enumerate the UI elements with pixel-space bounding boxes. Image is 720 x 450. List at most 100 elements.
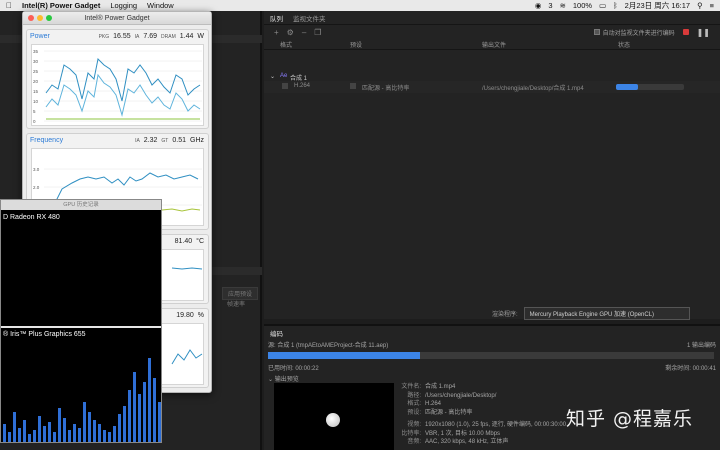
y-tick-label: 35 [33, 49, 39, 54]
encoding-metadata: 文件名: 合成 1.mp4 路径: /Users/chengjiale/Deskto… [397, 383, 566, 447]
minimize-icon[interactable] [37, 15, 43, 21]
menu-app-name[interactable]: Intel(R) Power Gadget [22, 1, 100, 10]
temperature-series [171, 267, 203, 270]
col-status[interactable]: 状态 [618, 40, 630, 49]
format-dropdown-icon[interactable] [282, 83, 288, 89]
gpu-usage-bar [18, 428, 21, 442]
pkg-series [45, 57, 201, 102]
bitrate-label: 比特率: [401, 430, 421, 437]
close-icon[interactable] [28, 15, 34, 21]
apple-icon[interactable]:  [6, 1, 14, 10]
screen:  Intel(R) Power Gadget Logging Window ◉… [0, 0, 720, 450]
menu-icon[interactable]: ≡ [710, 1, 714, 10]
power-title: Power [30, 33, 50, 40]
gt-value: 0.51 [172, 137, 186, 144]
wifi-icon[interactable]: ≋ [560, 1, 566, 10]
auto-encode-label: 自动对监视文件夹进行编码 [602, 30, 675, 37]
renderer-row: 渲染程序: Mercury Playback Engine GPU 加速 (Op… [264, 306, 720, 320]
utilization-series [171, 349, 203, 365]
pkg-label: PKG [98, 34, 110, 40]
gpu-history-title[interactable]: GPU 历史记录 [1, 200, 161, 210]
gpu-usage-bar [48, 422, 51, 442]
ia-label: IA [134, 34, 140, 40]
video-label: 视频: [407, 422, 421, 428]
tab-watch-folders[interactable]: 监视文件夹 [293, 13, 326, 23]
duplicate-icon[interactable]: ❐ [314, 28, 321, 37]
col-format[interactable]: 格式 [280, 40, 292, 49]
window-title: Intel® Power Gadget [84, 15, 150, 22]
col-preset[interactable]: 预设 [350, 40, 362, 49]
search-icon[interactable]: ⚲ [697, 1, 703, 10]
format-label: 格式: [407, 401, 421, 407]
auto-encode-checkbox[interactable]: 自动对监视文件夹进行编码 [593, 28, 675, 37]
item-preset[interactable]: 匹配源 - 高比特率 [362, 83, 409, 92]
gpu-usage-bar [148, 358, 151, 442]
pause-queue-button[interactable]: ❚❚ [697, 28, 710, 37]
format-value: H.264 [425, 401, 442, 407]
menubar-status: ◉ 3 ≋ 100% ▭ ᛒ 2月23日 周六 16:17 ⚲ ≡ [535, 0, 714, 11]
item-output-path[interactable]: /Users/chengjiale/Desktop/合成 1.mp4 [482, 83, 584, 92]
chevron-down-icon[interactable]: ⌄ [270, 73, 275, 80]
gpu-usage-bar [83, 402, 86, 442]
audio-label: 音频: [407, 439, 421, 445]
preview-frame [326, 413, 340, 427]
y-tick-label: 20 [33, 79, 39, 84]
gpu-usage-bar [63, 418, 66, 442]
menu-logging[interactable]: Logging [110, 1, 137, 10]
elapsed-time: 已用时间: 00:00:22 [268, 366, 319, 372]
encoding-header: 编码 [270, 331, 283, 338]
output-preview [274, 383, 394, 450]
col-output[interactable]: 输出文件 [482, 40, 506, 49]
add-source-button[interactable]: + [274, 28, 279, 37]
power-values: PKG 16.55 IA 7.69 DRAM 1.44 W [99, 33, 204, 40]
gpu-usage-bar [143, 382, 146, 442]
gpu-divider [1, 326, 161, 328]
encoding-progress-bar [268, 352, 714, 359]
preset-label: 预设: [407, 409, 421, 416]
ia-power-value: 7.69 [143, 33, 158, 40]
queue-column-header: 格式 预设 输出文件 状态 [264, 39, 720, 50]
queue-panel: 队列 监视文件夹 + ⚙ – ❐ 自动对监视文件夹进行编码 ❚❚ 格式 预设 输… [264, 11, 720, 319]
encoding-outputs: 1 输出编码 [686, 343, 716, 349]
dram-label: DRAM [161, 34, 176, 40]
frequency-values: IA 2.32 GT 0.51 GHz [135, 137, 204, 144]
y-tick-label: 30 [33, 59, 39, 64]
queue-item-row[interactable]: H.264 匹配源 - 高比特率 /Users/chengjiale/Deskt… [264, 81, 720, 93]
gpu-usage-bar [23, 420, 26, 442]
queue-tabs: 队列 监视文件夹 [264, 11, 720, 25]
wechat-icon[interactable]: ◉ [535, 1, 542, 10]
preset-dropdown-icon[interactable] [350, 83, 356, 89]
gpu-usage-bar [93, 420, 96, 442]
battery-icon[interactable]: ▭ [599, 1, 606, 10]
queue-group-row[interactable]: ⌄ Ae 合成 1 [264, 71, 720, 82]
settings-icon[interactable]: ⚙ [287, 28, 294, 37]
gpu-usage-bar [38, 416, 41, 442]
item-progress-fill [616, 84, 639, 90]
y-tick-label: 15 [33, 89, 39, 94]
zoom-icon[interactable] [46, 15, 52, 21]
gt-label: GT [161, 138, 169, 144]
utilization-value: 19.80 [176, 312, 194, 319]
item-format[interactable]: H.264 [294, 83, 310, 89]
gpu-usage-bar [73, 424, 76, 442]
frame-rate-label: 帧速率 [227, 302, 246, 308]
y-tick-label: 0 [33, 119, 36, 124]
remove-icon[interactable]: – [302, 28, 306, 37]
freq-ia-value: 2.32 [143, 137, 158, 144]
bluetooth-icon[interactable]: ᛒ [613, 1, 618, 10]
menu-window[interactable]: Window [147, 1, 174, 10]
gpu-usage-bar [3, 424, 6, 442]
renderer-select[interactable]: Mercury Playback Engine GPU 加速 (OpenCL) [523, 306, 690, 320]
encoding-source: 源: 合成 1 (tmpAEtoAMEProject-合成 11.aep) [268, 343, 389, 349]
temperature-value: 81.40 [174, 238, 193, 245]
power-gadget-titlebar[interactable]: Intel® Power Gadget [23, 12, 211, 25]
checkbox-icon [593, 29, 600, 35]
tab-queue[interactable]: 队列 [270, 13, 283, 23]
power-chart-svg: 35 30 25 20 15 10 5 0 [33, 49, 202, 124]
stop-queue-button[interactable] [682, 29, 689, 35]
gpu-usage-bar [43, 426, 46, 442]
remaining-time: 剩余时间: 00:00:41 [665, 366, 716, 372]
freq-ia-label: IA [135, 138, 140, 144]
output-preview-toggle[interactable]: ⌄ 输出预览 [268, 374, 299, 383]
clock[interactable]: 2月23日 周六 16:17 [625, 0, 690, 11]
